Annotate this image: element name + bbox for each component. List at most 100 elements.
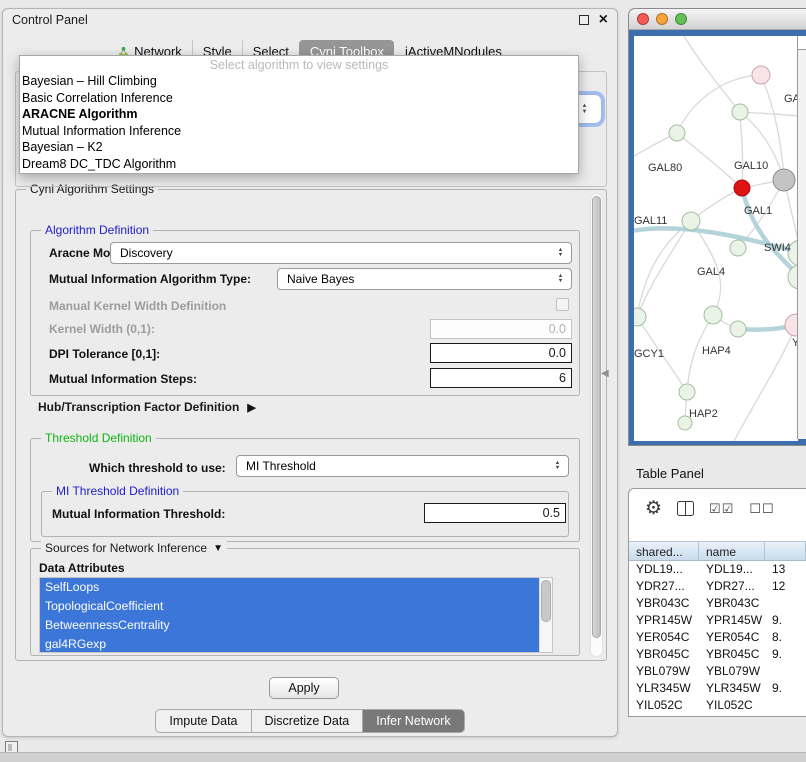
close-icon[interactable]: × <box>599 14 608 26</box>
algorithm-option-bayesian-k2[interactable]: Bayesian – K2 <box>20 139 578 156</box>
table-row[interactable]: YBR043CYBR043C <box>629 595 806 612</box>
attributes-scrollbar[interactable] <box>539 578 552 652</box>
network-edge[interactable] <box>637 221 691 317</box>
dropdown-items: Bayesian – Hill ClimbingBasic Correlatio… <box>20 73 578 172</box>
network-edge[interactable] <box>740 112 743 188</box>
aracne-mode-select[interactable]: Discovery ▲▼ <box>110 242 572 264</box>
columns-icon[interactable] <box>677 501 694 516</box>
manual-kernel-checkbox[interactable] <box>556 298 569 311</box>
bottom-tabs: Impute DataDiscretize DataInfer Network <box>3 709 617 733</box>
gear-icon[interactable]: ⚙ <box>645 499 662 518</box>
table-row[interactable]: YIL052CYIL052C <box>629 697 806 714</box>
table-row[interactable]: YDR27...YDR27...12 <box>629 578 806 595</box>
bottom-tab-impute-data[interactable]: Impute Data <box>155 709 251 733</box>
scrollbar-thumb[interactable] <box>541 580 551 622</box>
table-body: YDL19...YDL19...13YDR27...YDR27...12YBR0… <box>629 561 806 716</box>
minimize-traffic-light-icon[interactable] <box>656 13 668 25</box>
data-attributes-label: Data Attributes <box>39 561 125 575</box>
settings-scrollbar[interactable] <box>590 193 603 657</box>
table-row[interactable]: YLR345WYLR345W9. <box>629 680 806 697</box>
network-edge[interactable] <box>684 36 740 112</box>
which-threshold-value: MI Threshold <box>246 459 316 473</box>
network-scrollbar[interactable] <box>797 36 806 439</box>
unchecked-boxes-icon[interactable]: ☐☐ <box>749 501 774 517</box>
node-red-gal10[interactable] <box>734 180 750 196</box>
close-traffic-light-icon[interactable] <box>637 13 649 25</box>
column-header-col2[interactable] <box>765 542 806 560</box>
algorithm-definition-group: Algorithm Definition Aracne Mode: Discov… <box>30 230 580 396</box>
network-edge[interactable] <box>677 75 761 133</box>
network-canvas[interactable]: GAL80GAL10GAL1GAL11SWI4GAL4GCY1HAP4HAP2G… <box>634 36 798 441</box>
kernel-width-label: Kernel Width (0,1): <box>49 322 155 336</box>
attributes-list[interactable]: SelfLoopsTopologicalCoefficientBetweenne… <box>39 577 553 653</box>
node-gal80[interactable] <box>669 125 685 141</box>
mi-type-label: Mutual Information Algorithm Type: <box>49 272 251 286</box>
collapsed-arrow-icon: ▶ <box>247 401 255 414</box>
scrollbar-thumb[interactable] <box>592 196 601 638</box>
node-green-top[interactable] <box>732 104 748 120</box>
aracne-mode-value: Discovery <box>120 246 173 260</box>
network-window-titlebar[interactable] <box>629 9 806 30</box>
attribute-item-betweennesscentrality[interactable]: BetweennessCentrality <box>40 616 539 635</box>
network-edge[interactable] <box>637 221 691 317</box>
table-panel-window: ⚙ ☑☑ ☐☐ shared...name YDL19...YDL19...13… <box>628 488 806 717</box>
sources-group: Sources for Network Inference ▼ Data Att… <box>30 548 580 656</box>
table-row[interactable]: YBR045CYBR045C9. <box>629 646 806 663</box>
attribute-item-selfloops[interactable]: SelfLoops <box>40 578 539 597</box>
algorithm-option-dream8-dc-tdc-algorithm[interactable]: Dream8 DC_TDC Algorithm <box>20 156 578 173</box>
control-panel-titlebar[interactable]: Control Panel × <box>3 9 617 31</box>
which-threshold-select[interactable]: MI Threshold ▲▼ <box>236 455 569 477</box>
table-row[interactable]: YBL079WYBL079W <box>629 663 806 680</box>
table-toolbar: ⚙ ☑☑ ☐☐ <box>645 499 775 518</box>
zoom-traffic-light-icon[interactable] <box>675 13 687 25</box>
apply-button[interactable]: Apply <box>269 677 339 699</box>
table-row[interactable]: YDL19...YDL19...13 <box>629 561 806 578</box>
dpi-tolerance-label: DPI Tolerance [0,1]: <box>49 347 160 361</box>
attribute-item-gal4rgexp[interactable]: gal4RGexp <box>40 635 539 653</box>
node-label-gal80: GAL80 <box>648 162 682 174</box>
bottom-tab-infer-network[interactable]: Infer Network <box>363 709 464 733</box>
table-panel-title: Table Panel <box>636 466 704 481</box>
group-title: Algorithm Definition <box>41 223 153 237</box>
kernel-width-field[interactable]: 0.0 <box>430 319 572 339</box>
algorithm-option-basic-correlation-inference[interactable]: Basic Correlation Inference <box>20 90 578 107</box>
table-row[interactable]: YPR145WYPR145W9. <box>629 612 806 629</box>
node-gal4[interactable] <box>730 240 746 256</box>
bottom-status-band <box>0 752 806 762</box>
algorithm-option-bayesian-hill-climbing[interactable]: Bayesian – Hill Climbing <box>20 73 578 90</box>
node-gray-gal1[interactable] <box>773 169 795 191</box>
mi-threshold-field[interactable]: 0.5 <box>424 503 566 523</box>
attribute-item-topologicalcoefficient[interactable]: TopologicalCoefficient <box>40 597 539 616</box>
network-edge[interactable] <box>734 325 796 441</box>
bottom-tab-discretize-data[interactable]: Discretize Data <box>252 709 364 733</box>
node-gal11[interactable] <box>682 212 700 230</box>
algorithm-option-aracne-algorithm[interactable]: ARACNE Algorithm <box>20 106 578 123</box>
mi-steps-field[interactable]: 6 <box>430 368 572 388</box>
dpi-tolerance-field[interactable]: 0.0 <box>430 343 572 363</box>
node-hap4[interactable] <box>704 306 722 324</box>
algorithm-option-mutual-information-inference[interactable]: Mutual Information Inference <box>20 123 578 140</box>
node-gcy1[interactable] <box>634 308 646 326</box>
node-label-gal11: GAL11 <box>634 215 667 227</box>
float-window-icon[interactable] <box>579 15 589 25</box>
column-header-shared[interactable]: shared... <box>629 542 699 560</box>
network-edge[interactable] <box>677 133 742 188</box>
hub-section-toggle[interactable]: Hub/Transcription Factor Definition ▶ <box>38 400 256 414</box>
column-header-name[interactable]: name <box>699 542 765 560</box>
network-edge[interactable] <box>740 112 798 116</box>
threshold-definition-group: Threshold Definition Which threshold to … <box>30 438 580 542</box>
node-hap2[interactable] <box>679 384 695 400</box>
node-label-gcy1: GCY1 <box>634 348 664 360</box>
scrollbar-button[interactable] <box>798 36 806 50</box>
node-pink-top[interactable] <box>752 66 770 84</box>
table-row[interactable]: YER054CYER054C8. <box>629 629 806 646</box>
combo-arrows-icon: ▲▼ <box>553 243 568 263</box>
sources-toggle[interactable]: Sources for Network Inference ▼ <box>41 541 227 555</box>
node-mid[interactable] <box>730 321 746 337</box>
checked-boxes-icon[interactable]: ☑☑ <box>709 501 734 517</box>
node-label-hap4: HAP4 <box>702 345 731 357</box>
which-threshold-label: Which threshold to use: <box>89 461 226 475</box>
splitter-arrow-icon[interactable]: ◀ <box>601 368 609 379</box>
table-header: shared...name <box>629 541 806 561</box>
mi-type-select[interactable]: Naive Bayes ▲▼ <box>277 268 572 290</box>
